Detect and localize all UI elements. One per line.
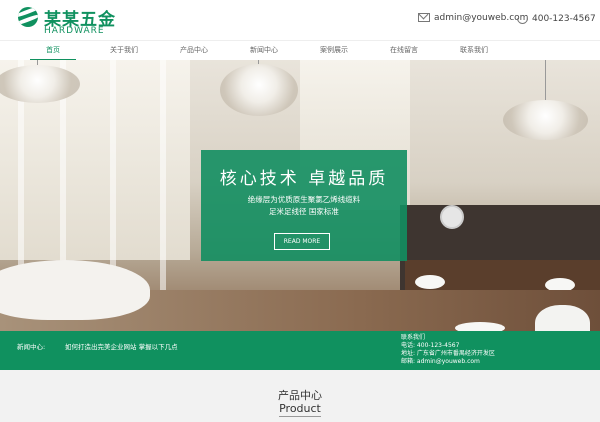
read-more-button[interactable]: READ MORE bbox=[274, 233, 330, 250]
hero-text-panel: 核心技术 卓越品质 绝缘层为优质原生聚氯乙烯线缆料 足米足线径 国家标准 REA… bbox=[201, 150, 407, 261]
news-headline-link[interactable]: 如何打造出完美企业网站 掌握以下几点 bbox=[65, 341, 178, 351]
main-nav: 首页 关于我们 产品中心 新闻中心 案例展示 在线留言 联系我们 bbox=[0, 40, 600, 61]
nav-item-about[interactable]: 关于我们 bbox=[89, 41, 159, 61]
round-mirror bbox=[440, 205, 464, 229]
nav-item-home[interactable]: 首页 bbox=[18, 41, 88, 61]
mail-icon bbox=[418, 13, 430, 22]
contact-title: 联系我们 bbox=[401, 334, 426, 341]
banner-title: 核心技术 卓越品质 bbox=[219, 169, 389, 189]
nav-item-cases[interactable]: 案例展示 bbox=[299, 41, 369, 61]
nav-item-news[interactable]: 新闻中心 bbox=[229, 41, 299, 61]
contact-phone: 电话: 400-123-4567 bbox=[401, 342, 460, 349]
section-title-cn: 产品中心 bbox=[278, 389, 322, 402]
banner-line-2: 足米足线径 国家标准 bbox=[269, 207, 339, 216]
logo-mark-icon bbox=[18, 7, 38, 27]
header-email[interactable]: admin@youweb.com bbox=[418, 13, 528, 23]
contact-email: 邮箱: admin@youweb.com bbox=[401, 358, 480, 365]
header-phone-text: 400-123-4567 bbox=[532, 14, 596, 24]
toilet bbox=[535, 305, 590, 331]
section-title-en: Product bbox=[279, 402, 321, 415]
curtain bbox=[160, 60, 166, 290]
hero-banner-image: 核心技术 卓越品质 绝缘层为优质原生聚氯乙烯线缆料 足米足线径 国家标准 REA… bbox=[0, 60, 600, 331]
phone-icon bbox=[514, 10, 531, 27]
banner-line-1: 绝缘层为优质原生聚氯乙烯线缆料 bbox=[247, 195, 361, 204]
nav-item-contact[interactable]: 联系我们 bbox=[439, 41, 509, 61]
contact-address: 地址: 广东省广州市番禺经济开发区 bbox=[401, 350, 495, 357]
bathtub bbox=[0, 260, 150, 320]
info-bar: 新闻中心: 如何打造出完美企业网站 掌握以下几点 联系我们 电话: 400-12… bbox=[0, 331, 600, 370]
chain bbox=[545, 60, 546, 105]
header-email-text: admin@youweb.com bbox=[434, 13, 529, 23]
site-header: 某某五金 HARDWARE admin@youweb.com 400-123-4… bbox=[0, 0, 600, 40]
floor-tub bbox=[455, 322, 505, 331]
section-title-underline bbox=[279, 416, 321, 417]
chandelier bbox=[503, 100, 588, 140]
logo-subtitle: HARDWARE bbox=[44, 26, 105, 36]
product-section: 产品中心 Product bbox=[0, 370, 600, 422]
sink-basin bbox=[415, 275, 445, 289]
nav-item-products[interactable]: 产品中心 bbox=[159, 41, 229, 61]
chandelier bbox=[220, 64, 298, 116]
news-label: 新闻中心: bbox=[17, 343, 46, 351]
curtain bbox=[110, 60, 116, 290]
header-phone: 400-123-4567 bbox=[514, 10, 596, 27]
nav-item-message[interactable]: 在线留言 bbox=[369, 41, 439, 61]
